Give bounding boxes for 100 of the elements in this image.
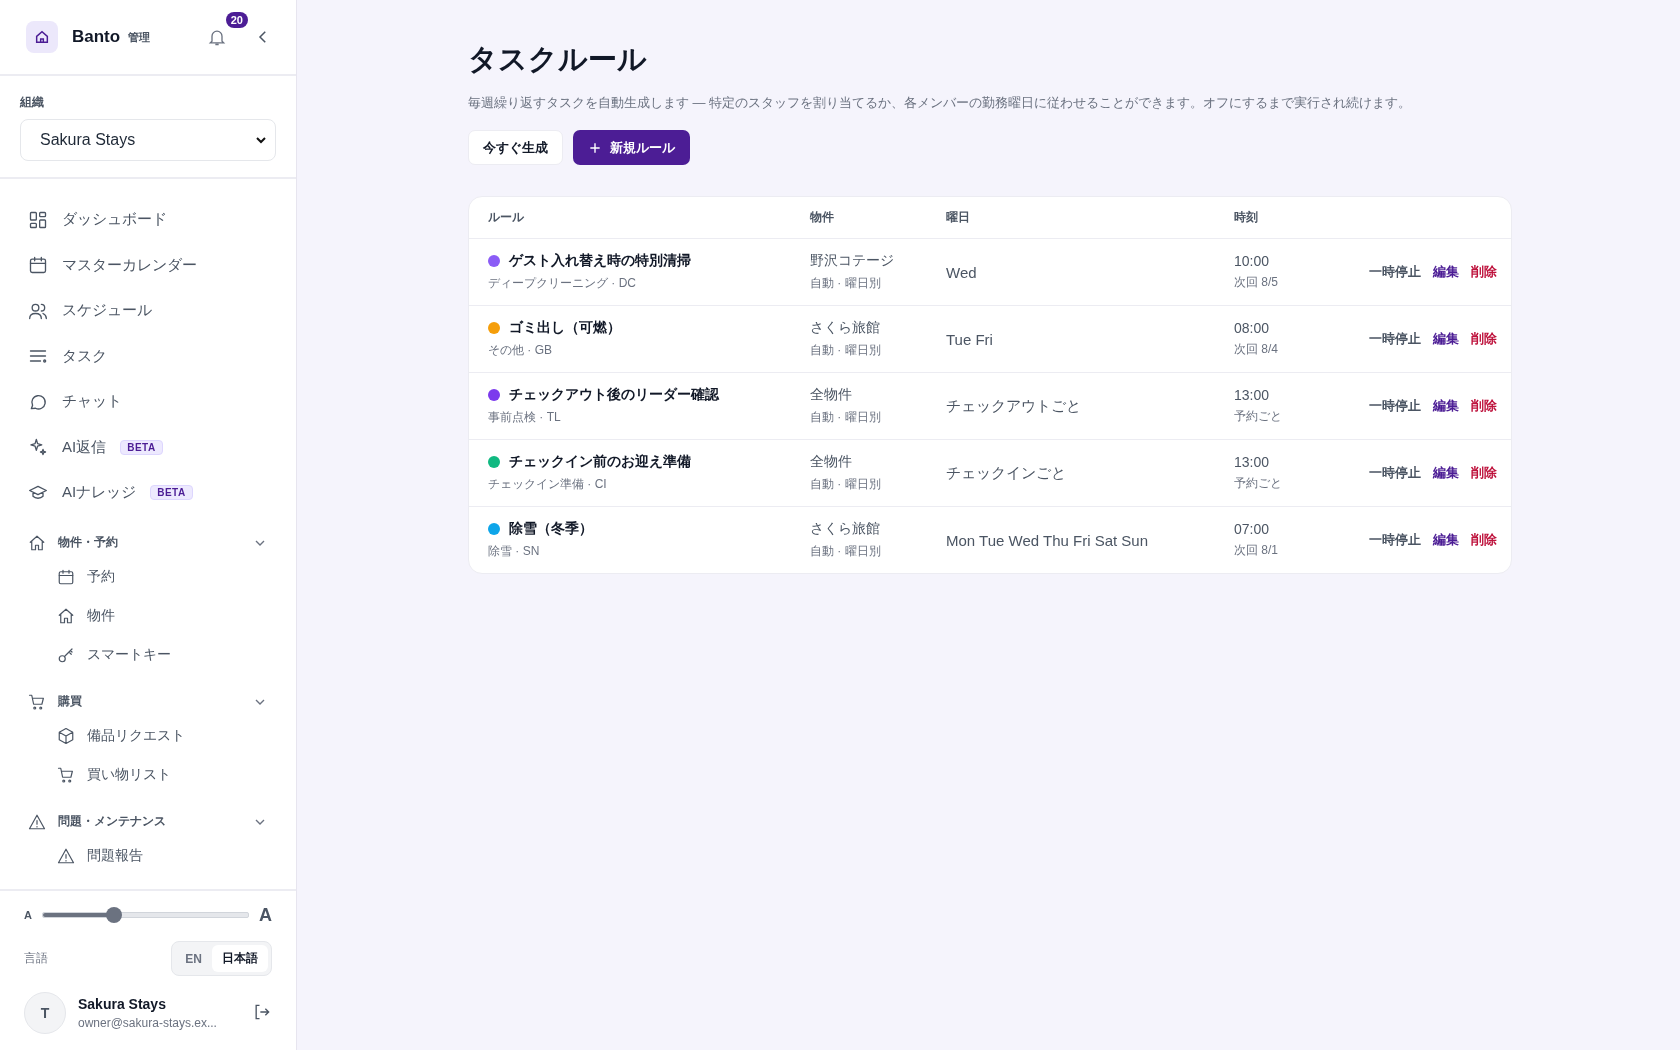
next-run: 予約ごと	[1234, 475, 1283, 492]
user-name: Sakura Stays	[78, 996, 167, 1012]
edit-link[interactable]: 編集	[1433, 397, 1459, 415]
next-run: 次回 8/5	[1234, 274, 1279, 291]
home-icon	[57, 607, 75, 625]
rule-name: ゴミ出し（可燃）	[509, 319, 621, 337]
language-label: 言語	[24, 950, 48, 967]
rule-category: 事前点検 · TL	[488, 409, 562, 426]
pause-link[interactable]: 一時停止	[1369, 531, 1421, 549]
column-header: 物件	[810, 209, 835, 226]
rule-name: 除雪（冬季）	[509, 520, 593, 538]
rule-name: ゲスト入れ替え時の特別清掃	[509, 252, 691, 270]
nav-item[interactable]: 備品リクエスト	[28, 716, 296, 756]
nav-item[interactable]: タスク	[28, 333, 296, 379]
column-header: 曜日	[946, 209, 971, 226]
nav-item[interactable]: 予約	[28, 557, 296, 597]
property-name: 野沢コテージ	[810, 252, 895, 270]
logo-icon	[26, 21, 58, 53]
nav-item[interactable]: マスターカレンダー	[28, 242, 296, 288]
weekdays: Tue Fri	[946, 330, 994, 348]
edit-link[interactable]: 編集	[1433, 531, 1459, 549]
warning-icon	[57, 847, 75, 865]
cart-icon	[57, 766, 75, 784]
organization-label: 組織	[20, 94, 45, 111]
nav-item[interactable]: AI返信 BETA	[28, 424, 296, 470]
plus-icon	[588, 140, 602, 155]
property-name: 全物件	[810, 453, 853, 471]
brand-tag: 管理	[128, 29, 151, 45]
rule-time: 10:00	[1234, 253, 1271, 269]
delete-link[interactable]: 削除	[1471, 330, 1497, 348]
user-email: owner@sakura-stays.ex...	[78, 1016, 218, 1030]
rule-time: 13:00	[1234, 387, 1271, 403]
nav-item[interactable]: 物件	[28, 596, 296, 636]
next-run: 次回 8/4	[1234, 341, 1279, 358]
delete-link[interactable]: 削除	[1471, 531, 1497, 549]
nav-item[interactable]: スマートキー	[28, 635, 296, 675]
pause-link[interactable]: 一時停止	[1369, 330, 1421, 348]
pause-link[interactable]: 一時停止	[1369, 464, 1421, 482]
edit-link[interactable]: 編集	[1433, 330, 1459, 348]
nav-section-header[interactable]: 物件・予約	[28, 527, 296, 558]
calendar-icon	[57, 568, 75, 586]
page-description: 毎週繰り返すタスクを自動生成します — 特定のスタッフを割り当てるか、各メンバーの勤務曜日に従わせることができます。オフにするまで実行され続けます。	[468, 94, 1413, 112]
font-size-slider[interactable]	[41, 907, 249, 923]
assignment-mode: 自動 · 曜日別	[810, 543, 882, 560]
notification-count: 20	[225, 12, 248, 28]
nav-item[interactable]: スケジュール	[28, 288, 296, 334]
rule-category: ディープクリーニング · DC	[488, 275, 637, 292]
rule-time: 07:00	[1234, 521, 1271, 537]
edit-link[interactable]: 編集	[1433, 263, 1459, 281]
next-run: 次回 8/1	[1234, 542, 1279, 559]
calendar-icon	[28, 255, 48, 276]
nav-item[interactable]: チャット	[28, 379, 296, 425]
pause-link[interactable]: 一時停止	[1369, 397, 1421, 415]
avatar: T	[24, 992, 66, 1034]
pause-link[interactable]: 一時停止	[1369, 263, 1421, 281]
rule-category: チェックイン準備 · CI	[488, 476, 608, 493]
rule-category: 除雪 · SN	[488, 543, 541, 560]
language-option[interactable]: 日本語	[212, 945, 268, 972]
new-rule-button[interactable]: 新規ルール	[573, 130, 690, 165]
edit-link[interactable]: 編集	[1433, 464, 1459, 482]
language-option[interactable]: EN	[175, 945, 212, 972]
organization-select[interactable]: Sakura Stays	[20, 119, 276, 161]
weekdays: チェックアウトごと	[946, 396, 1082, 416]
nav-item[interactable]: 問題報告	[28, 836, 296, 876]
delete-link[interactable]: 削除	[1471, 397, 1497, 415]
assignment-mode: 自動 · 曜日別	[810, 275, 882, 292]
rule-time: 13:00	[1234, 454, 1271, 470]
small-text-label: A	[24, 909, 32, 921]
assignment-mode: 自動 · 曜日別	[810, 342, 882, 359]
beta-badge: BETA	[150, 485, 193, 501]
column-header: 時刻	[1234, 209, 1259, 226]
generate-now-button[interactable]: 今すぐ生成	[468, 130, 563, 165]
rule-category: その他 · GB	[488, 342, 553, 359]
delete-link[interactable]: 削除	[1471, 263, 1497, 281]
warning-icon	[28, 812, 46, 831]
rule-name: チェックアウト後のリーダー確認	[509, 386, 719, 404]
rule-time: 08:00	[1234, 320, 1271, 336]
beta-badge: BETA	[120, 439, 163, 455]
box-icon	[57, 727, 75, 745]
nav-item[interactable]: ダッシュボード	[28, 197, 296, 243]
property-name: さくら旅館	[810, 520, 881, 538]
nav-section-header[interactable]: 問題・メンテナンス	[28, 806, 296, 837]
grid-icon	[28, 209, 48, 230]
rule-name: チェックイン前のお迎え準備	[509, 453, 691, 471]
assignment-mode: 自動 · 曜日別	[810, 409, 882, 426]
weekdays: Mon Tue Wed Thu Fri Sat Sun	[946, 531, 1150, 549]
key-icon	[57, 646, 75, 664]
sparkle-icon	[28, 437, 48, 458]
nav-section-header[interactable]: 購買	[28, 686, 296, 717]
nav-item[interactable]: AIナレッジ BETA	[28, 470, 296, 516]
next-run: 予約ごと	[1234, 408, 1283, 425]
column-header: ルール	[488, 209, 525, 226]
home-icon	[28, 533, 46, 552]
assignment-mode: 自動 · 曜日別	[810, 476, 882, 493]
property-name: さくら旅館	[810, 319, 881, 337]
nav-item[interactable]: 買い物リスト	[28, 755, 296, 795]
cart-icon	[28, 692, 46, 711]
property-name: 全物件	[810, 386, 853, 404]
large-text-label: A	[259, 904, 272, 926]
delete-link[interactable]: 削除	[1471, 464, 1497, 482]
